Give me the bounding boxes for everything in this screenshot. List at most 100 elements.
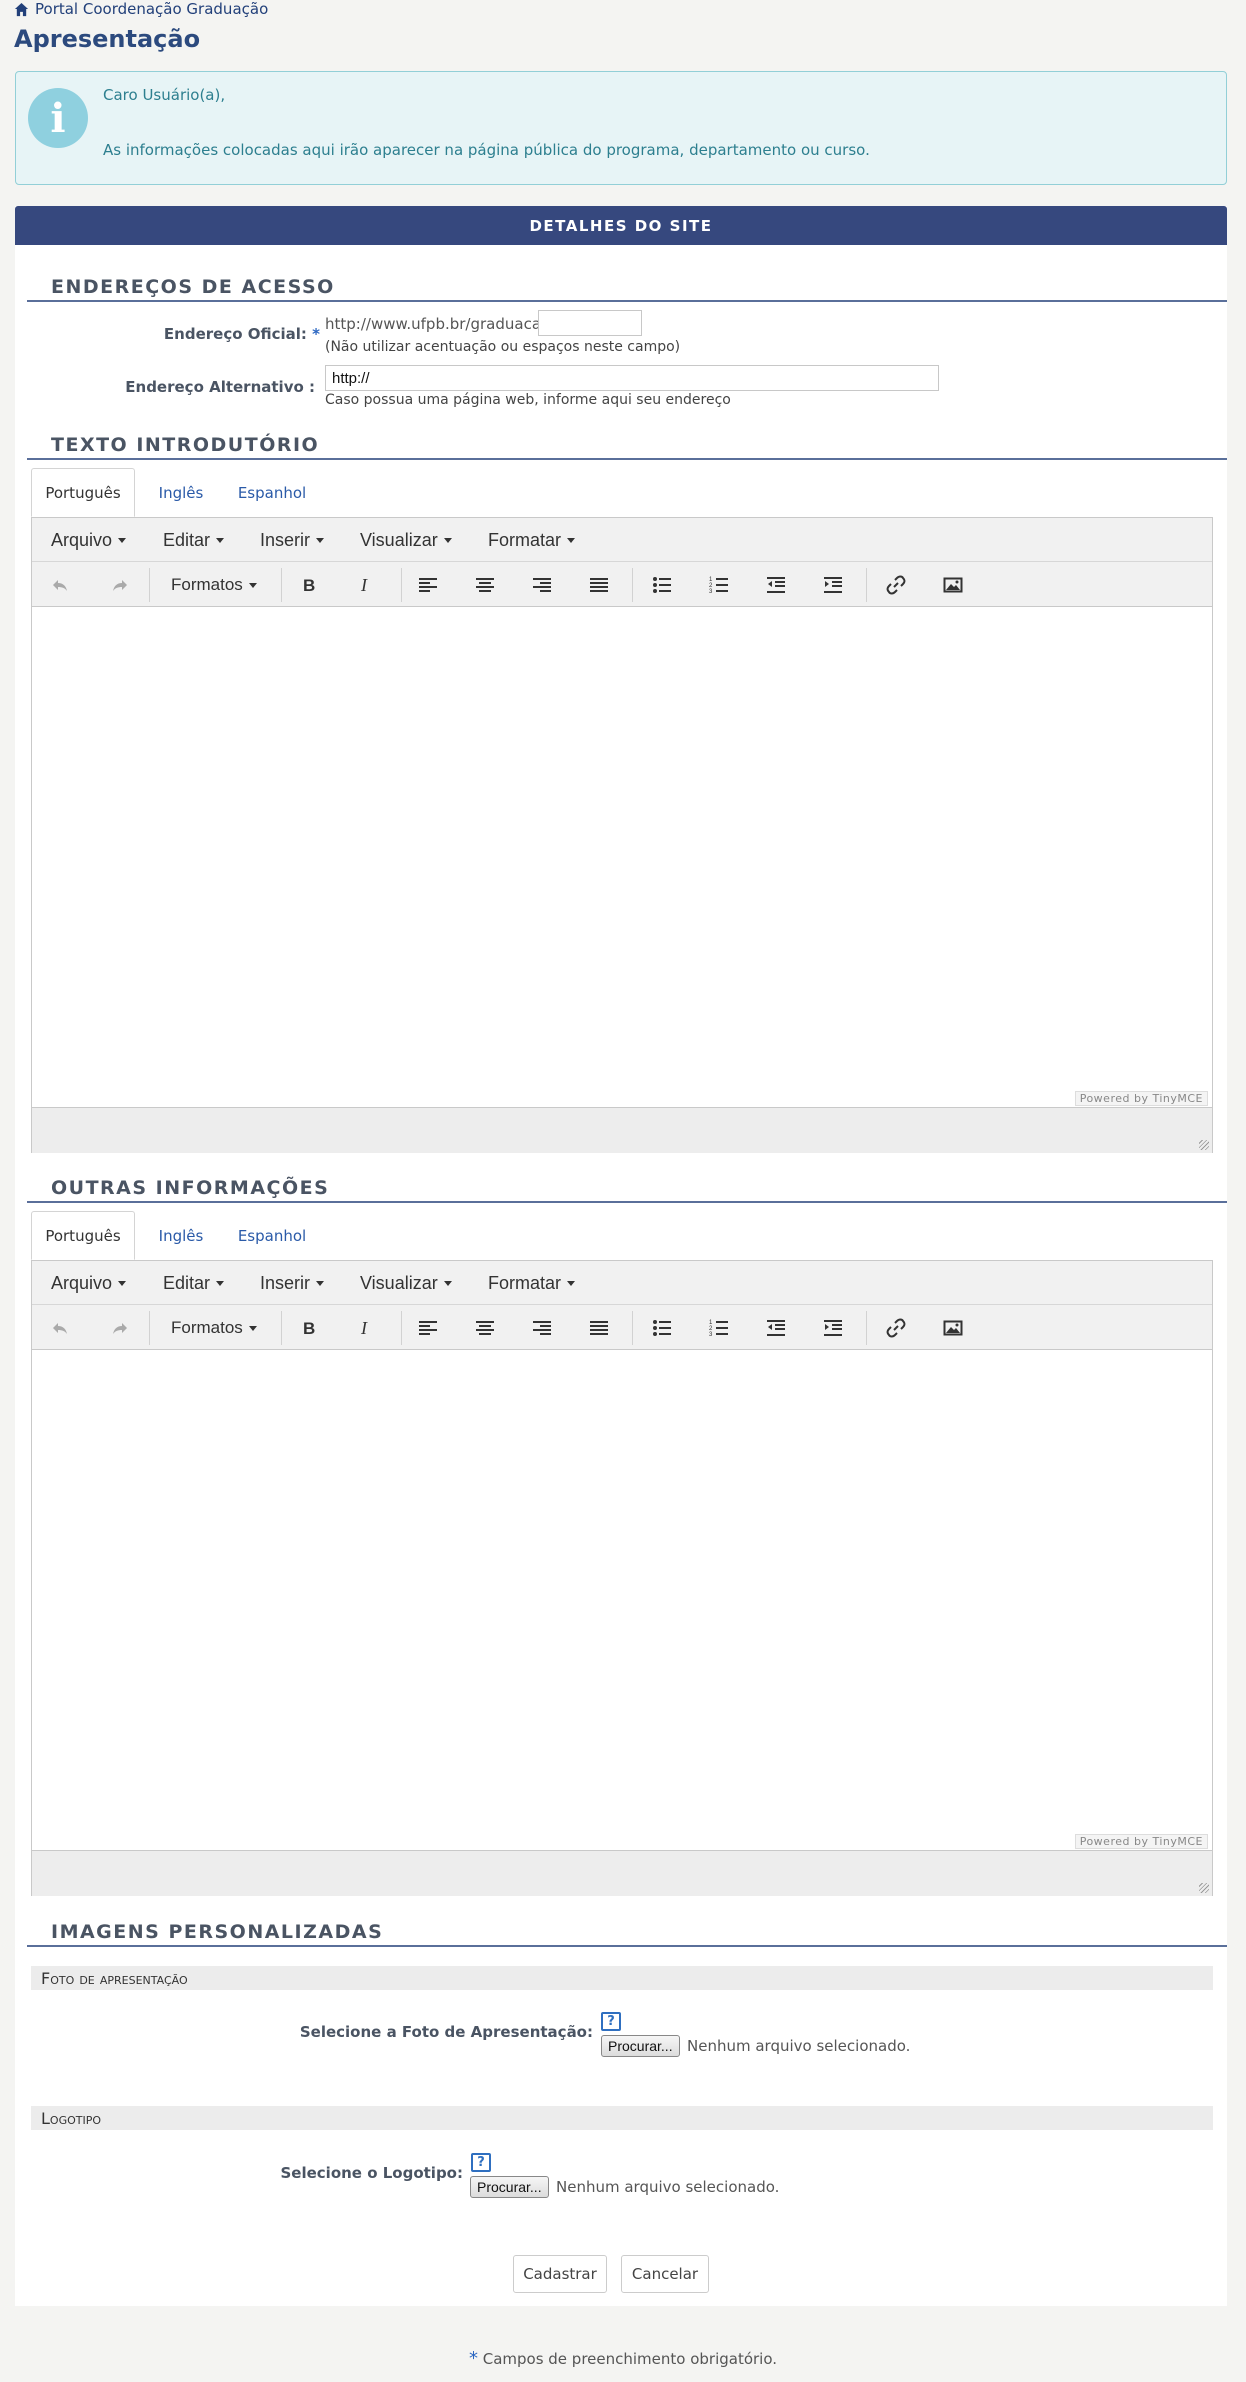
- italic-icon[interactable]: I: [351, 1313, 381, 1343]
- menu-editar[interactable]: Editar: [163, 518, 225, 562]
- svg-text:3: 3: [709, 589, 713, 595]
- menu-formatar[interactable]: Formatar: [488, 518, 576, 562]
- help-icon[interactable]: ?: [471, 2153, 491, 2172]
- section-title-intro: TEXTO INTRODUTÓRIO: [27, 434, 1227, 460]
- photo-browse-button[interactable]: Procurar...: [601, 2035, 680, 2057]
- intro-rich-text-editor: Arquivo Editar Inserir Visualizar Format…: [31, 517, 1213, 1153]
- align-justify-icon[interactable]: [584, 1313, 614, 1343]
- tab-intro-ingles[interactable]: Inglês: [141, 468, 221, 517]
- tab-other-portugues[interactable]: Português: [31, 1211, 135, 1260]
- menu-formatar[interactable]: Formatar: [488, 1261, 576, 1305]
- chevron-down-icon: [316, 1280, 325, 1286]
- tab-intro-portugues[interactable]: Português: [31, 468, 135, 517]
- info-greeting: Caro Usuário(a),: [103, 86, 226, 104]
- align-center-icon[interactable]: [470, 570, 500, 600]
- tab-intro-espanhol[interactable]: Espanhol: [227, 468, 317, 517]
- link-icon[interactable]: [881, 570, 911, 600]
- bold-icon[interactable]: B: [294, 570, 324, 600]
- tab-other-espanhol[interactable]: Espanhol: [227, 1211, 317, 1260]
- image-icon[interactable]: [938, 1313, 968, 1343]
- align-left-icon[interactable]: [413, 570, 443, 600]
- chevron-down-icon: [248, 1325, 257, 1331]
- submit-button[interactable]: Cadastrar: [513, 2255, 607, 2293]
- logo-browse-button[interactable]: Procurar...: [470, 2176, 549, 2198]
- link-icon[interactable]: [881, 1313, 911, 1343]
- menu-arquivo[interactable]: Arquivo: [51, 518, 127, 562]
- alt-address-input[interactable]: [325, 365, 939, 391]
- other-edit-area[interactable]: Powered by TinyMCE: [32, 1350, 1212, 1850]
- resize-handle-icon[interactable]: [1199, 1883, 1209, 1893]
- image-icon[interactable]: [938, 570, 968, 600]
- section-title-access: ENDEREÇOS DE ACESSO: [27, 276, 1227, 302]
- indent-icon[interactable]: [818, 570, 848, 600]
- menu-editar[interactable]: Editar: [163, 1261, 225, 1305]
- panel-header: DETALHES DO SITE: [15, 206, 1227, 245]
- align-right-icon[interactable]: [527, 570, 557, 600]
- menu-inserir[interactable]: Inserir: [260, 1261, 325, 1305]
- photo-file-status: Nenhum arquivo selecionado.: [687, 2037, 911, 2055]
- chevron-down-icon: [248, 582, 257, 588]
- official-address-input[interactable]: [538, 310, 642, 336]
- section-title-images: IMAGENS PERSONALIZADAS: [27, 1921, 1227, 1947]
- chevron-down-icon: [443, 1280, 452, 1286]
- bullet-list-icon[interactable]: [647, 570, 677, 600]
- align-right-icon[interactable]: [527, 1313, 557, 1343]
- page-title: Apresentação: [14, 25, 201, 53]
- formats-dropdown[interactable]: Formatos: [171, 570, 257, 600]
- logo-file-status: Nenhum arquivo selecionado.: [556, 2178, 780, 2196]
- other-language-tabs: Português Inglês Espanhol: [31, 1211, 1213, 1260]
- menu-visualizar[interactable]: Visualizar: [360, 518, 452, 562]
- editor-toolbar: Formatos B I 123: [32, 562, 1212, 607]
- bullet-list-icon[interactable]: [647, 1313, 677, 1343]
- bold-icon[interactable]: B: [294, 1313, 324, 1343]
- undo-icon[interactable]: [45, 1313, 75, 1343]
- editor-statusbar: [32, 1850, 1212, 1896]
- help-icon[interactable]: ?: [601, 2012, 621, 2031]
- site-details-form: DETALHES DO SITE ENDEREÇOS DE ACESSO End…: [15, 206, 1227, 2306]
- required-fields-note: * Campos de preenchimento obrigatório.: [468, 2348, 778, 2369]
- chevron-down-icon: [316, 537, 325, 543]
- editor-menubar: Arquivo Editar Inserir Visualizar Format…: [32, 518, 1212, 562]
- align-left-icon[interactable]: [413, 1313, 443, 1343]
- redo-icon[interactable]: [105, 570, 135, 600]
- resize-handle-icon[interactable]: [1199, 1140, 1209, 1150]
- align-center-icon[interactable]: [470, 1313, 500, 1343]
- menu-visualizar[interactable]: Visualizar: [360, 1261, 452, 1305]
- editor-toolbar: Formatos B I 123: [32, 1305, 1212, 1350]
- alt-address-label: Endereço Alternativo :: [125, 378, 315, 396]
- chevron-down-icon: [567, 537, 576, 543]
- menu-inserir[interactable]: Inserir: [260, 518, 325, 562]
- undo-icon[interactable]: [45, 570, 75, 600]
- numbered-list-icon[interactable]: 123: [704, 1313, 734, 1343]
- info-box: i Caro Usuário(a), As informações coloca…: [15, 71, 1227, 185]
- chevron-down-icon: [567, 1280, 576, 1286]
- svg-text:B: B: [303, 1319, 315, 1338]
- numbered-list-icon[interactable]: 123: [704, 570, 734, 600]
- photo-subheading: Foto de apresentação: [31, 1966, 1213, 1990]
- chevron-down-icon: [118, 1280, 127, 1286]
- align-justify-icon[interactable]: [584, 570, 614, 600]
- info-icon: i: [28, 88, 88, 148]
- required-star: *: [312, 325, 320, 343]
- powered-by-tinymce[interactable]: Powered by TinyMCE: [1074, 1091, 1208, 1106]
- tab-other-ingles[interactable]: Inglês: [141, 1211, 221, 1260]
- svg-text:3: 3: [709, 1332, 713, 1338]
- breadcrumb-link[interactable]: Portal Coordenação Graduação: [35, 0, 268, 18]
- powered-by-tinymce[interactable]: Powered by TinyMCE: [1074, 1834, 1208, 1849]
- cancel-button[interactable]: Cancelar: [621, 2255, 709, 2293]
- svg-text:I: I: [360, 575, 368, 595]
- intro-edit-area[interactable]: Powered by TinyMCE: [32, 607, 1212, 1107]
- outdent-icon[interactable]: [761, 570, 791, 600]
- outdent-icon[interactable]: [761, 1313, 791, 1343]
- svg-text:B: B: [303, 576, 315, 595]
- breadcrumb[interactable]: Portal Coordenação Graduação: [14, 0, 268, 18]
- indent-icon[interactable]: [818, 1313, 848, 1343]
- other-rich-text-editor: Arquivo Editar Inserir Visualizar Format…: [31, 1260, 1213, 1896]
- photo-label: Selecione a Foto de Apresentação:: [299, 2023, 593, 2041]
- chevron-down-icon: [216, 1280, 225, 1286]
- formats-dropdown[interactable]: Formatos: [171, 1313, 257, 1343]
- redo-icon[interactable]: [105, 1313, 135, 1343]
- menu-arquivo[interactable]: Arquivo: [51, 1261, 127, 1305]
- editor-statusbar: [32, 1107, 1212, 1153]
- italic-icon[interactable]: I: [351, 570, 381, 600]
